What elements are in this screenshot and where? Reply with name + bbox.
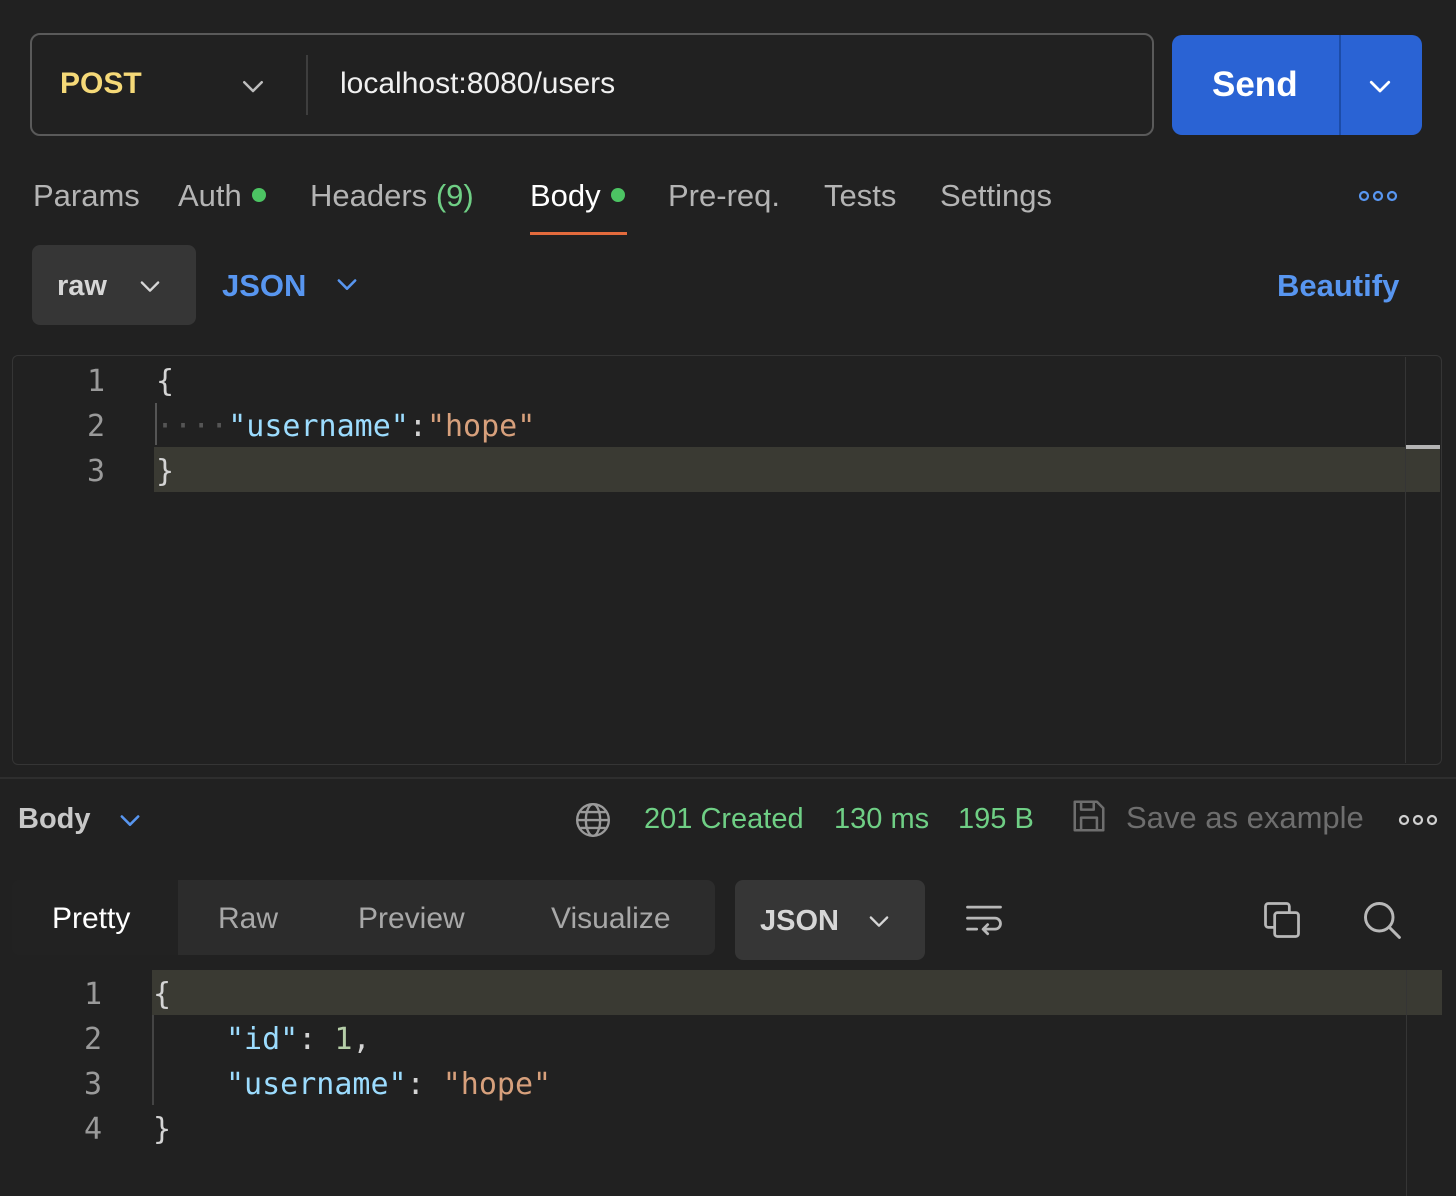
response-section-select[interactable]: Body — [18, 803, 91, 836]
line-number: 3 — [83, 1067, 102, 1102]
language-select[interactable]: JSON — [222, 268, 306, 304]
beautify-link[interactable]: Beautify — [1277, 268, 1399, 304]
code-brace: } — [156, 454, 175, 489]
copy-icon[interactable] — [1260, 898, 1304, 942]
more-icon[interactable] — [1358, 189, 1398, 203]
line-number: 3 — [86, 454, 105, 489]
line-number: 1 — [83, 977, 102, 1012]
line-number: 4 — [83, 1112, 102, 1147]
mode-preview[interactable]: Preview — [358, 902, 465, 936]
tab-settings[interactable]: Settings — [940, 178, 1052, 214]
code-line: "id": 1, — [226, 1022, 371, 1057]
tab-tests[interactable]: Tests — [824, 178, 896, 214]
current-line-highlight — [154, 447, 1440, 492]
json-key: "id" — [226, 1022, 299, 1057]
tab-auth-label: Auth — [178, 178, 242, 213]
tab-params[interactable]: Params — [33, 178, 140, 214]
tab-headers[interactable]: Headers (9) — [310, 178, 474, 214]
response-format-select[interactable]: JSON — [735, 880, 925, 960]
json-colon: : — [408, 409, 427, 444]
mode-pretty[interactable]: Pretty — [52, 902, 130, 936]
line-number: 2 — [83, 1022, 102, 1057]
mode-visualize[interactable]: Visualize — [551, 902, 671, 936]
wrap-lines-icon[interactable] — [962, 898, 1006, 942]
format-label: JSON — [760, 905, 839, 937]
chevron-down-icon[interactable] — [238, 71, 268, 101]
code-brace: { — [153, 977, 172, 1012]
url-input[interactable]: localhost:8080/users — [340, 67, 615, 101]
body-mode-label: raw — [57, 270, 107, 302]
save-icon — [1073, 800, 1105, 832]
json-comma: , — [352, 1022, 371, 1057]
divider — [1339, 35, 1341, 135]
chevron-down-icon[interactable] — [1365, 71, 1395, 101]
body-mode-select[interactable]: raw — [32, 245, 196, 325]
current-line-highlight — [152, 970, 1442, 1015]
pane-resize-handle[interactable] — [0, 777, 1456, 779]
send-button[interactable]: Send — [1172, 35, 1422, 135]
chevron-down-icon[interactable] — [116, 806, 144, 834]
more-icon[interactable] — [1398, 813, 1438, 827]
method-select[interactable]: POST — [60, 67, 142, 101]
active-tab-indicator — [530, 232, 627, 235]
code-line: ····"username":"hope" — [156, 409, 535, 444]
editor-scrollbar[interactable] — [1406, 970, 1407, 1196]
response-view-tabs: Pretty Raw Preview Visualize — [12, 880, 715, 955]
line-number: 1 — [86, 364, 105, 399]
tab-auth[interactable]: Auth — [178, 178, 266, 214]
code-brace: } — [153, 1112, 172, 1147]
chevron-down-icon — [869, 916, 889, 927]
mode-raw[interactable]: Raw — [218, 902, 278, 936]
tab-headers-label: Headers — [310, 178, 428, 213]
response-size[interactable]: 195 B — [958, 803, 1034, 836]
active-dot — [610, 187, 625, 202]
save-as-example-button[interactable]: Save as example — [1126, 800, 1364, 836]
json-key: "username" — [226, 1067, 407, 1102]
status-code[interactable]: 201 Created — [644, 803, 804, 836]
code-line: "username": "hope" — [226, 1067, 551, 1102]
json-colon: : — [298, 1022, 335, 1057]
editor-scrollbar[interactable] — [1405, 357, 1406, 763]
json-colon: : — [406, 1067, 443, 1102]
active-dot — [251, 187, 266, 202]
search-icon[interactable] — [1360, 898, 1404, 942]
headers-count: (9) — [435, 178, 474, 213]
json-number: 1 — [334, 1022, 353, 1057]
chevron-down-icon — [140, 281, 160, 292]
tab-body-label: Body — [530, 178, 601, 213]
request-bar: POST localhost:8080/users — [30, 33, 1154, 136]
tab-prereq[interactable]: Pre-req. — [668, 178, 780, 214]
code-brace: { — [156, 364, 175, 399]
send-label: Send — [1212, 65, 1298, 104]
json-key: "username" — [228, 409, 409, 444]
divider — [306, 55, 308, 115]
json-value: "hope" — [442, 1067, 552, 1102]
line-number: 2 — [86, 409, 105, 444]
indent-guide — [152, 1015, 154, 1105]
tab-body[interactable]: Body — [530, 178, 625, 214]
response-time[interactable]: 130 ms — [834, 803, 929, 836]
globe-icon[interactable] — [574, 801, 612, 839]
whitespace-marker: ···· — [156, 409, 229, 444]
json-value: "hope" — [426, 409, 536, 444]
chevron-down-icon[interactable] — [333, 270, 361, 298]
scroll-marker — [1406, 445, 1440, 449]
